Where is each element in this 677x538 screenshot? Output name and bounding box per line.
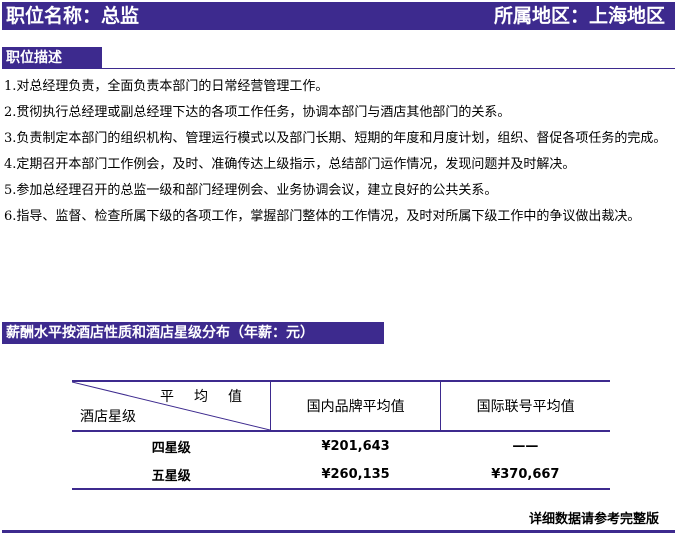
domestic-value: ¥260,135 xyxy=(270,460,441,490)
title-bar: 职位名称：总监 所属地区：上海地区 xyxy=(2,2,675,30)
domestic-value: ¥201,643 xyxy=(321,438,390,454)
salary-table: 平均值 酒店星级 国内品牌平均值 国际联号平均值 四星级 ¥201,643 ——… xyxy=(72,380,610,490)
description-item: 1.对总经理负责，全面负责本部门的日常经营管理工作。 xyxy=(4,79,329,94)
row-label: 五星级 xyxy=(72,460,271,490)
table-row: 四星级 ¥201,643 —— xyxy=(72,431,610,460)
table-header-row: 平均值 酒店星级 国内品牌平均值 国际联号平均值 xyxy=(72,380,610,432)
position-title: 职位名称：总监 xyxy=(6,5,140,27)
description-item: 6.指导、监督、检查所属下级的各项工作，掌握部门整体的工作情况，及时对所属下级工… xyxy=(4,209,641,224)
diagonal-top-label: 平均值 xyxy=(160,389,262,405)
international-value: —— xyxy=(512,438,539,454)
diagonal-bottom-label: 酒店星级 xyxy=(80,409,136,425)
column-header-international: 国际联号平均值 xyxy=(440,380,610,432)
description-item: 3.负责制定本部门的组织机构、管理运行模式以及部门长期、短期的年度和月度计划，组… xyxy=(4,131,667,146)
description-item: 4.定期召开本部门工作例会，及时、准确传达上级指示，总结部门运作情况，发现问题并… xyxy=(4,157,576,172)
footer-note: 详细数据请参考完整版 xyxy=(528,512,659,527)
table-row: 五星级 ¥260,135 ¥370,667 xyxy=(72,460,610,490)
description-item: 2.贯彻执行总经理或副总经理下达的各项工作任务，协调本部门与酒店其他部门的关系。 xyxy=(4,105,511,120)
salary-heading: 薪酬水平按酒店性质和酒店星级分布（年薪：元） xyxy=(2,322,384,344)
row-label: 四星级 xyxy=(151,440,191,456)
description-heading: 职位描述 xyxy=(2,47,102,69)
international-value: ¥370,667 xyxy=(440,460,610,490)
description-item: 5.参加总经理召开的总监一级和部门经理例会、业务协调会议，建立良好的公共关系。 xyxy=(4,183,498,198)
column-header-domestic: 国内品牌平均值 xyxy=(269,380,442,432)
region-label: 所属地区：上海地区 xyxy=(493,5,665,27)
description-rule xyxy=(2,68,675,69)
diagonal-header-cell: 平均值 酒店星级 xyxy=(72,380,271,432)
footer-rule xyxy=(2,530,675,533)
description-body: 1.对总经理负责，全面负责本部门的日常经营管理工作。 2.贯彻执行总经理或副总经… xyxy=(4,74,674,230)
